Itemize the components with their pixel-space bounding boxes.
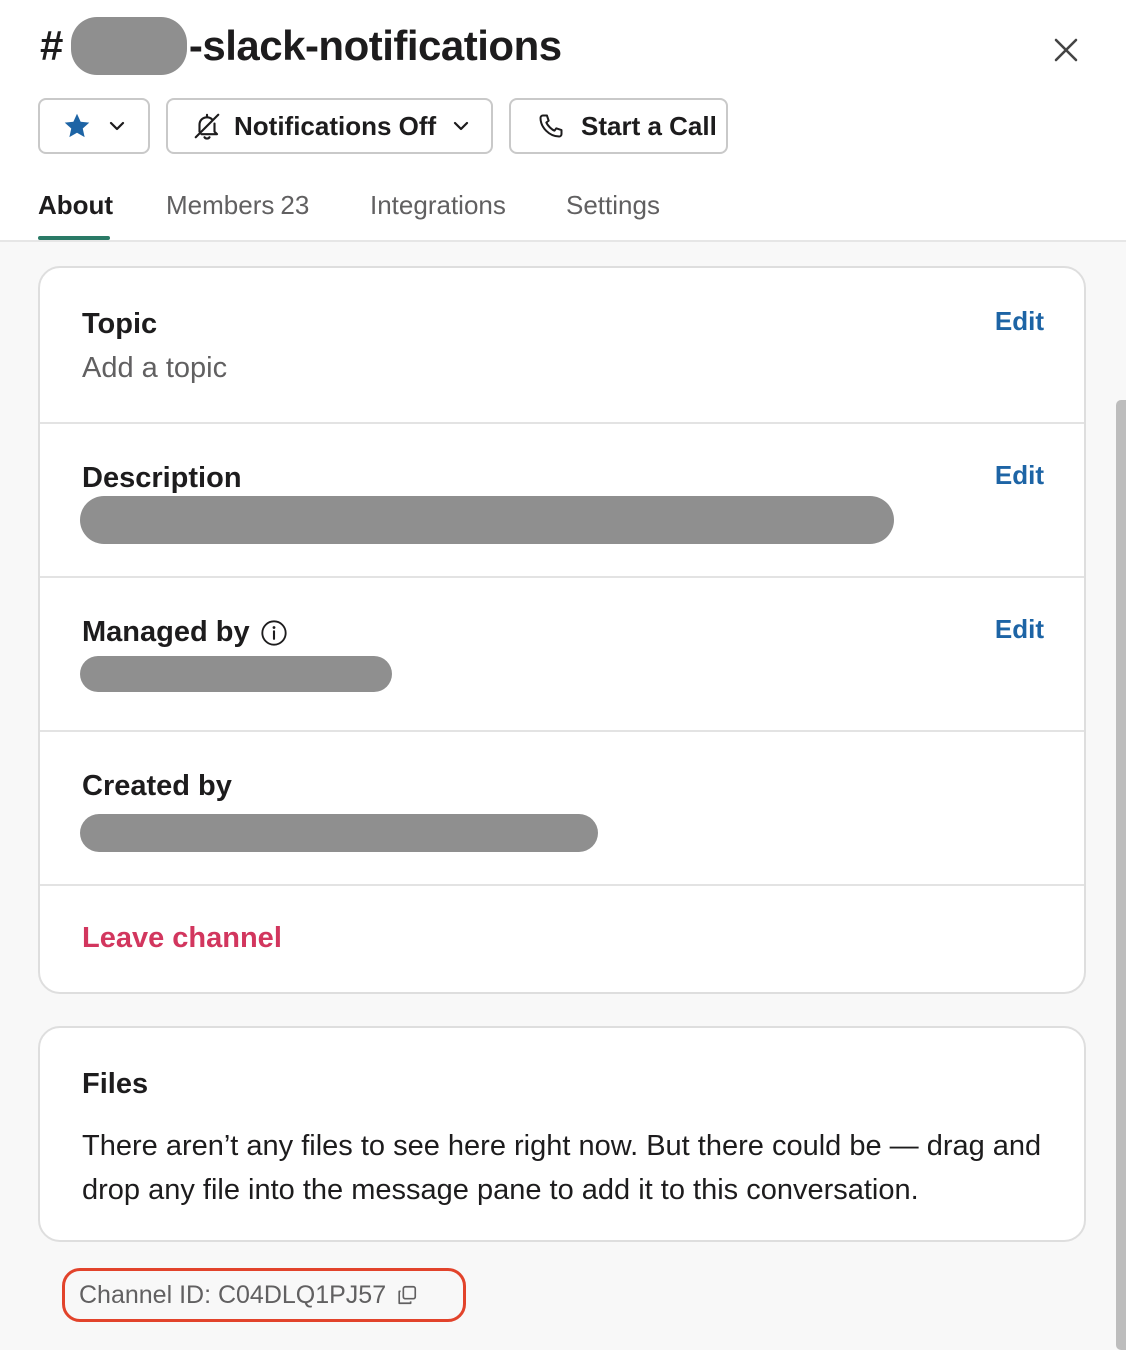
scrollbar[interactable] xyxy=(1116,400,1126,1350)
phone-icon xyxy=(539,114,563,138)
start-call-button[interactable]: Start a Call xyxy=(509,98,728,154)
tab-settings-label: Settings xyxy=(566,190,660,220)
tab-members-label: Members xyxy=(166,190,275,220)
description-label: Description xyxy=(82,462,242,494)
bell-off-icon xyxy=(194,113,220,140)
members-count: 23 xyxy=(280,190,310,220)
redacted-channel-name xyxy=(70,17,187,75)
channel-name-suffix: -slack-notifications xyxy=(188,22,562,69)
channel-id-text: Channel ID: C04DLQ1PJ57 xyxy=(79,1280,387,1309)
copy-icon xyxy=(398,1285,417,1305)
redacted-description xyxy=(80,496,894,544)
leave-channel-button[interactable]: Leave channel xyxy=(82,922,282,955)
channel-id-highlight: Channel ID: C04DLQ1PJ57 xyxy=(62,1268,466,1322)
notifications-button[interactable]: Notifications Off xyxy=(166,98,493,154)
tab-integrations-label: Integrations xyxy=(370,190,506,220)
files-title: Files xyxy=(82,1068,149,1100)
edit-topic-button[interactable]: Edit xyxy=(995,306,1044,337)
chevron-down-icon xyxy=(109,121,125,131)
about-card: Topic Add a topic Edit Description Edit … xyxy=(38,266,1086,994)
topic-section: Topic Add a topic Edit xyxy=(40,268,1084,424)
copy-channel-id-button[interactable] xyxy=(396,1284,418,1306)
topic-label: Topic xyxy=(82,308,158,340)
channel-title: # -slack-notifications xyxy=(40,17,562,75)
edit-managers-button[interactable]: Edit xyxy=(995,614,1044,645)
chevron-down-icon xyxy=(454,121,469,131)
tab-about-label: About xyxy=(38,190,114,220)
managed-by-heading: Managed by xyxy=(82,616,288,649)
redacted-creator xyxy=(80,814,598,852)
managed-by-label: Managed by xyxy=(82,616,250,648)
files-card: Files There aren’t any files to see here… xyxy=(38,1026,1086,1242)
topic-placeholder: Add a topic xyxy=(82,352,228,384)
files-empty-text: There aren’t any files to see here right… xyxy=(82,1130,1042,1206)
description-section: Description Edit xyxy=(40,424,1084,578)
managed-by-section: Managed by Edit xyxy=(40,578,1084,732)
channel-details-header: # -slack-notifications Notifications Off xyxy=(0,0,1126,242)
start-call-label: Start a Call xyxy=(581,110,717,141)
tab-integrations[interactable]: Integrations xyxy=(370,190,506,242)
notifications-label: Notifications Off xyxy=(234,110,437,141)
redacted-manager xyxy=(80,656,392,692)
info-icon[interactable] xyxy=(260,619,288,647)
tab-settings[interactable]: Settings xyxy=(566,190,660,242)
tab-members[interactable]: Members 23 xyxy=(166,190,309,242)
close-button[interactable] xyxy=(1044,28,1088,72)
active-tab-indicator xyxy=(38,236,110,240)
created-by-section: Created by xyxy=(40,732,1084,886)
tab-about[interactable]: About xyxy=(38,190,113,242)
edit-description-button[interactable]: Edit xyxy=(995,460,1044,491)
channel-hash: # xyxy=(40,22,63,69)
star-button[interactable] xyxy=(38,98,150,154)
close-icon xyxy=(1054,38,1078,62)
star-icon xyxy=(64,113,90,138)
created-by-label: Created by xyxy=(82,770,232,802)
